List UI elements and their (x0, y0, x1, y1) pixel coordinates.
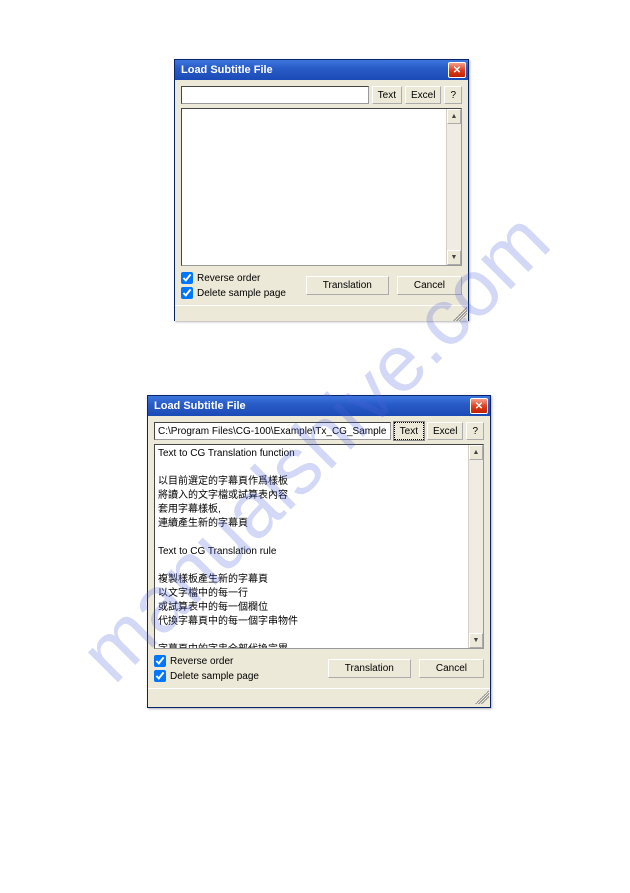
delete-sample-label: Delete sample page (197, 288, 286, 299)
reverse-order-label: Reverse order (170, 656, 233, 667)
reverse-order-label: Reverse order (197, 273, 260, 284)
vertical-scrollbar[interactable]: ▲ ▼ (468, 445, 483, 648)
scroll-up-icon[interactable]: ▲ (447, 109, 461, 124)
top-row: Text Excel ? (154, 422, 484, 440)
vertical-scrollbar[interactable]: ▲ ▼ (446, 109, 461, 265)
scroll-up-icon[interactable]: ▲ (469, 445, 483, 460)
dialog-body: Text Excel ? Text to CG Translation func… (148, 416, 490, 688)
delete-sample-input[interactable] (154, 670, 166, 682)
resize-grip-icon[interactable] (475, 690, 489, 704)
scroll-track[interactable] (447, 124, 461, 250)
reverse-order-checkbox[interactable]: Reverse order (181, 272, 286, 284)
resize-grip-icon[interactable] (453, 307, 467, 321)
load-subtitle-dialog-1: Load Subtitle File ✕ Text Excel ? ▲ ▼ Re… (174, 59, 469, 321)
bottom-row: Reverse order Delete sample page Transla… (181, 272, 462, 299)
bottom-row: Reverse order Delete sample page Transla… (154, 655, 484, 682)
help-button[interactable]: ? (466, 422, 484, 440)
checkbox-column: Reverse order Delete sample page (154, 655, 259, 682)
translation-button[interactable]: Translation (306, 276, 389, 295)
top-row: Text Excel ? (181, 86, 462, 104)
content-textarea[interactable]: ▲ ▼ (181, 108, 462, 266)
statusbar (148, 688, 490, 704)
excel-button[interactable]: Excel (427, 422, 463, 440)
statusbar (175, 305, 468, 321)
translation-button[interactable]: Translation (328, 659, 411, 678)
delete-sample-checkbox[interactable]: Delete sample page (181, 287, 286, 299)
delete-sample-input[interactable] (181, 287, 193, 299)
reverse-order-checkbox[interactable]: Reverse order (154, 655, 259, 667)
titlebar[interactable]: Load Subtitle File ✕ (148, 396, 490, 416)
delete-sample-label: Delete sample page (170, 671, 259, 682)
scroll-down-icon[interactable]: ▼ (447, 250, 461, 265)
file-path-input[interactable] (154, 422, 391, 440)
cancel-button[interactable]: Cancel (419, 659, 484, 678)
textarea-content: Text to CG Translation function 以目前選定的字幕… (158, 447, 467, 649)
titlebar[interactable]: Load Subtitle File ✕ (175, 60, 468, 80)
text-button[interactable]: Text (372, 86, 402, 104)
delete-sample-checkbox[interactable]: Delete sample page (154, 670, 259, 682)
scroll-down-icon[interactable]: ▼ (469, 633, 483, 648)
window-title: Load Subtitle File (154, 400, 246, 412)
excel-button[interactable]: Excel (405, 86, 441, 104)
cancel-button[interactable]: Cancel (397, 276, 462, 295)
reverse-order-input[interactable] (181, 272, 193, 284)
checkbox-column: Reverse order Delete sample page (181, 272, 286, 299)
content-textarea[interactable]: Text to CG Translation function 以目前選定的字幕… (154, 444, 484, 649)
text-button[interactable]: Text (394, 422, 424, 440)
help-button[interactable]: ? (444, 86, 462, 104)
close-icon[interactable]: ✕ (448, 62, 466, 78)
close-icon[interactable]: ✕ (470, 398, 488, 414)
reverse-order-input[interactable] (154, 655, 166, 667)
file-path-input[interactable] (181, 86, 369, 104)
scroll-track[interactable] (469, 460, 483, 633)
dialog-body: Text Excel ? ▲ ▼ Reverse order Delete sa… (175, 80, 468, 305)
load-subtitle-dialog-2: Load Subtitle File ✕ Text Excel ? Text t… (147, 395, 491, 708)
window-title: Load Subtitle File (181, 64, 273, 76)
